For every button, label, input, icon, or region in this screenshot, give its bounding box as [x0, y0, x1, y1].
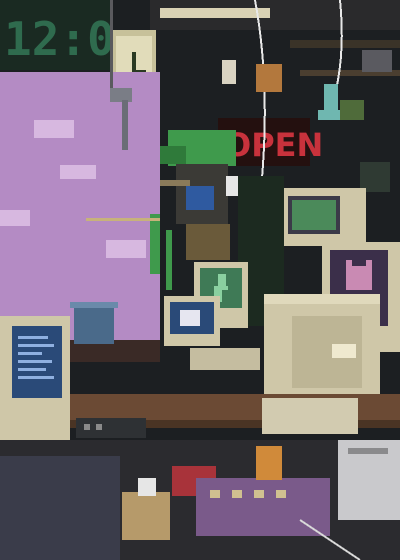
fishing-rod: [86, 218, 160, 221]
hanging-ornament: [256, 64, 282, 92]
crt-monitor-upper: [280, 188, 366, 246]
shelf-box: [362, 50, 392, 72]
cloud: [60, 165, 96, 179]
pixel-art-scene: 12:0 OPEN: [0, 0, 400, 560]
digital-clock: 12:0: [0, 0, 115, 70]
toaster: [338, 440, 400, 520]
small-monitor-ghost: [164, 296, 220, 346]
ceiling-light: [160, 8, 270, 18]
upper-shelf: [290, 40, 400, 48]
neon-sign-label: OPEN: [224, 126, 323, 164]
tissue: [138, 478, 156, 496]
shelf-plant: [340, 100, 364, 120]
shelf-box: [360, 162, 390, 192]
tv-remote: [76, 418, 146, 438]
cloud: [34, 120, 74, 138]
keyboard: [190, 348, 260, 370]
bucket-icon: [70, 302, 118, 344]
vine: [166, 230, 172, 290]
orange-gadget: [256, 446, 282, 480]
cloud: [106, 240, 146, 258]
crt-monitor-center: [264, 294, 380, 398]
lamp-cord: [110, 0, 113, 90]
tissue-box: [122, 492, 170, 540]
shelf-vase: [222, 60, 236, 84]
desk-lamp-head: [110, 88, 132, 102]
cloud: [0, 210, 30, 226]
side-table: [0, 456, 120, 560]
clock-display: 12:0: [4, 12, 115, 66]
keyboard-front: [262, 398, 358, 434]
